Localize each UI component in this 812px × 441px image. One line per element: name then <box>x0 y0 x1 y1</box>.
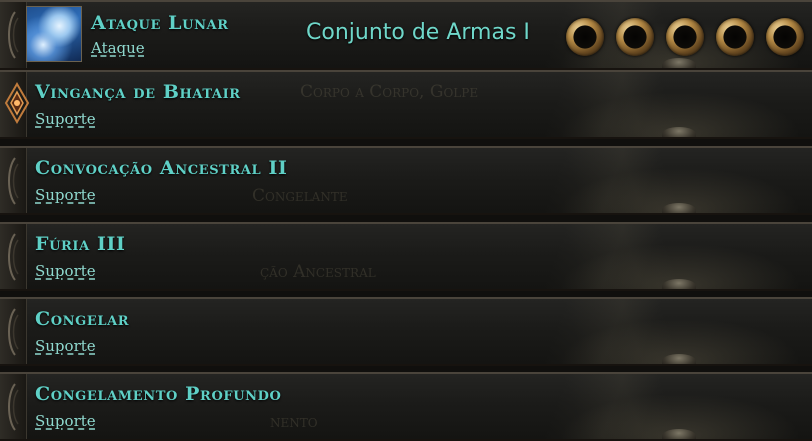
weapon-set-label[interactable]: Conjunto de Armas I <box>306 20 530 45</box>
support-type[interactable]: Suporte <box>35 412 96 430</box>
support-name: Congelar <box>35 308 130 330</box>
bhatair-vengeance-support-icon <box>4 82 30 124</box>
carved-edge-icon <box>8 383 19 431</box>
support-type[interactable]: Suporte <box>35 110 96 128</box>
background-ghost-text: nento <box>270 412 318 432</box>
socket-list <box>566 18 804 56</box>
support-type[interactable]: Suporte <box>35 186 96 204</box>
skill-type[interactable]: Ataque <box>91 39 145 57</box>
support-type[interactable]: Suporte <box>35 262 96 280</box>
decorative-boss <box>662 127 696 137</box>
empty-socket-icon[interactable] <box>616 18 654 56</box>
support-name: Congelamento Profundo <box>35 383 282 405</box>
decorative-boss <box>662 429 696 439</box>
lunar-strike-gem-icon[interactable] <box>26 6 82 62</box>
decorative-boss <box>662 279 696 289</box>
support-type[interactable]: Suporte <box>35 337 96 355</box>
decorative-boss <box>662 354 696 364</box>
background-ghost-text: Corpo a Corpo, Golpe <box>300 82 479 102</box>
carved-edge-icon <box>8 11 19 59</box>
carved-edge-icon <box>8 308 19 356</box>
empty-socket-icon[interactable] <box>716 18 754 56</box>
carved-edge-icon <box>8 157 19 205</box>
background-ghost-text: Congelante <box>252 186 348 206</box>
skill-gem-panel: Ataque Lunar Ataque Conjunto de Armas I … <box>0 0 812 441</box>
support-row[interactable]: ção Ancestral Fúria III Suporte <box>0 222 812 291</box>
support-name: Fúria III <box>35 233 126 255</box>
carved-edge-icon <box>8 233 19 281</box>
empty-socket-icon[interactable] <box>566 18 604 56</box>
support-name: Vingança de Bhatair <box>35 81 241 103</box>
decorative-boss <box>662 58 696 68</box>
support-row[interactable]: Congelante Convocação Ancestral II Supor… <box>0 146 812 215</box>
empty-socket-icon[interactable] <box>666 18 704 56</box>
support-row[interactable]: Congelar Suporte <box>0 297 812 366</box>
support-row[interactable]: Corpo a Corpo, Golpe Vingança de Bhatair… <box>0 70 812 139</box>
background-ghost-text: ção Ancestral <box>260 262 376 282</box>
empty-socket-icon[interactable] <box>766 18 804 56</box>
decorative-boss <box>662 203 696 213</box>
skill-row[interactable]: Ataque Lunar Ataque Conjunto de Armas I <box>0 0 812 70</box>
support-name: Convocação Ancestral II <box>35 157 288 179</box>
skill-name: Ataque Lunar <box>91 12 229 34</box>
support-row[interactable]: nento Congelamento Profundo Suporte <box>0 372 812 441</box>
